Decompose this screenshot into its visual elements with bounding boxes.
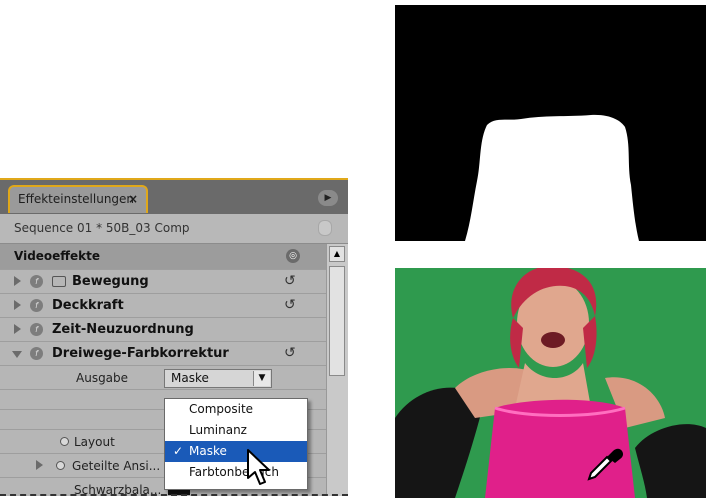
- param-label: Layout: [74, 435, 115, 449]
- photo-illustration: [395, 268, 706, 498]
- eyedropper-icon[interactable]: [585, 443, 625, 483]
- stopwatch-icon[interactable]: [56, 461, 65, 470]
- green-screen-preview: [395, 268, 706, 498]
- scroll-thumb[interactable]: [329, 266, 345, 376]
- fx-icon[interactable]: f: [30, 347, 43, 360]
- reset-icon[interactable]: ↺: [284, 273, 296, 289]
- panel-bottom-edge: [0, 494, 348, 496]
- ausgabe-select[interactable]: Maske ▼: [164, 369, 272, 388]
- sequence-name: Sequence 01 * 50B_03 Comp: [14, 221, 190, 235]
- motion-icon: [52, 276, 66, 287]
- fx-icon[interactable]: f: [30, 299, 43, 312]
- panel-menu-button[interactable]: ▶: [318, 190, 338, 206]
- effect-name: Deckkraft: [52, 298, 124, 313]
- ausgabe-dropdown-menu: Composite Luminanz ✓ Maske Farbtonbereich: [164, 398, 308, 490]
- effect-row-deckkraft[interactable]: f Deckkraft ↺: [0, 294, 328, 318]
- tab-label: Effekteinstellungen: [18, 192, 135, 206]
- section-label: Videoeffekte: [14, 249, 101, 263]
- effect-row-bewegung[interactable]: f Bewegung ↺: [0, 270, 328, 294]
- collapse-triangle-icon[interactable]: [12, 351, 22, 358]
- effect-name: Zeit-Neuzuordnung: [52, 322, 194, 337]
- param-row-ausgabe: Ausgabe Maske ▼: [0, 366, 328, 390]
- option-farbtonbereich[interactable]: Farbtonbereich: [165, 462, 307, 483]
- check-icon: ✓: [173, 444, 184, 458]
- tab-close-button[interactable]: ×: [128, 187, 138, 211]
- param-label: Ausgabe: [76, 371, 129, 385]
- expand-triangle-icon[interactable]: [14, 324, 21, 334]
- mouse-pointer-icon: [247, 449, 270, 485]
- effect-row-zeit[interactable]: f Zeit-Neuzuordnung: [0, 318, 328, 342]
- option-label: Maske: [189, 444, 227, 458]
- option-composite[interactable]: Composite: [165, 399, 307, 420]
- dropdown-arrow-icon[interactable]: ▼: [253, 371, 270, 386]
- reset-icon[interactable]: ↺: [284, 297, 296, 313]
- matte-shape: [465, 114, 639, 241]
- scroll-up-button[interactable]: ▲: [329, 246, 345, 262]
- fx-menu-icon[interactable]: ◎: [286, 249, 300, 263]
- select-value: Maske: [171, 371, 209, 385]
- effect-name: Bewegung: [72, 274, 149, 289]
- option-luminanz[interactable]: Luminanz: [165, 420, 307, 441]
- param-label: Geteilte Ansi...: [72, 459, 161, 473]
- fx-icon[interactable]: f: [30, 275, 43, 288]
- effect-name: Dreiwege-Farbkorrektur: [52, 346, 229, 361]
- sequence-bar: Sequence 01 * 50B_03 Comp: [0, 214, 348, 244]
- expand-triangle-icon[interactable]: [36, 460, 43, 470]
- option-label: Composite: [189, 402, 254, 416]
- fx-icon[interactable]: f: [30, 323, 43, 336]
- option-maske[interactable]: ✓ Maske: [165, 441, 307, 462]
- panel-tabbar: Effekteinstellungen × ▶: [0, 178, 348, 214]
- stopwatch-icon[interactable]: [60, 437, 69, 446]
- expand-triangle-icon[interactable]: [14, 300, 21, 310]
- reset-icon[interactable]: ↺: [284, 345, 296, 361]
- section-video-effects: Videoeffekte ◎: [0, 244, 328, 270]
- scroll-lock-icon[interactable]: [318, 220, 332, 236]
- matte-preview: [395, 5, 706, 241]
- expand-triangle-icon[interactable]: [14, 276, 21, 286]
- tab-effect-controls[interactable]: Effekteinstellungen ×: [8, 185, 148, 213]
- panel-scrollbar[interactable]: ▲: [326, 244, 348, 496]
- effect-row-dreiwege[interactable]: f Dreiwege-Farbkorrektur ↺: [0, 342, 328, 366]
- option-label: Luminanz: [189, 423, 247, 437]
